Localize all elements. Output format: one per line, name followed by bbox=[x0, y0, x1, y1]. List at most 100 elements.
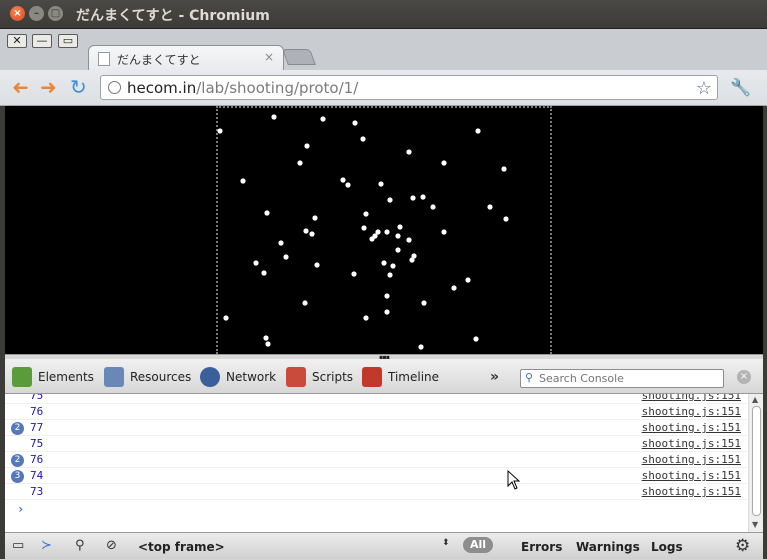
search-icon: ⚲ bbox=[525, 371, 534, 384]
bullet bbox=[406, 149, 412, 155]
clear-console-icon[interactable]: ⊘ bbox=[106, 538, 117, 553]
bullet bbox=[395, 247, 401, 253]
bullet bbox=[410, 195, 416, 201]
tab-close-icon[interactable]: × bbox=[264, 50, 274, 64]
frame-minimize-button[interactable]: — bbox=[32, 34, 52, 48]
back-arrow-icon[interactable]: ➜ bbox=[12, 75, 29, 99]
log-message: 76 bbox=[30, 405, 44, 418]
tab-resources-label: Resources bbox=[130, 370, 192, 384]
bullet bbox=[304, 143, 310, 149]
tab-scripts-label: Scripts bbox=[312, 370, 354, 384]
bullet bbox=[263, 335, 269, 341]
scripts-icon bbox=[286, 367, 306, 387]
bullet bbox=[384, 229, 390, 235]
prompt-caret-icon: › bbox=[17, 502, 25, 516]
bullet bbox=[387, 272, 393, 278]
tab-network[interactable]: Network bbox=[200, 365, 276, 389]
log-source-link[interactable]: shooting.js:151 bbox=[642, 394, 741, 402]
bullet bbox=[340, 177, 346, 183]
mouse-cursor-icon bbox=[507, 470, 521, 490]
bookmark-star-icon[interactable]: ☆ bbox=[696, 78, 712, 99]
console-log-row: 3 74 shooting.js:151 bbox=[5, 468, 747, 484]
settings-gear-icon[interactable]: ⚙ bbox=[735, 536, 750, 556]
more-tabs-button[interactable]: » bbox=[490, 369, 499, 385]
devtools-status-bar: ▭ ≻ ⚲ ⊘ <top frame> ⬍ All Errors Warning… bbox=[5, 532, 763, 559]
console-icon[interactable]: ≻ bbox=[41, 538, 52, 553]
reload-icon[interactable]: ↻ bbox=[70, 76, 87, 98]
bullet bbox=[309, 231, 315, 237]
network-icon bbox=[200, 367, 220, 387]
log-source-link[interactable]: shooting.js:151 bbox=[642, 469, 741, 482]
bullet bbox=[473, 336, 479, 342]
tab-timeline-label: Timeline bbox=[388, 370, 440, 384]
tab-active[interactable]: だんまくてすと × bbox=[88, 45, 284, 73]
log-source-link[interactable]: shooting.js:151 bbox=[642, 421, 741, 434]
devtools-close-icon[interactable]: × bbox=[737, 370, 751, 384]
repeat-count-badge: 3 bbox=[11, 470, 24, 483]
dock-icon[interactable]: ▭ bbox=[12, 538, 24, 553]
url-text[interactable]: hecom.in/lab/shooting/proto/1/ bbox=[127, 79, 358, 97]
bullet bbox=[430, 204, 436, 210]
log-source-link[interactable]: shooting.js:151 bbox=[642, 405, 741, 418]
filter-warnings-button[interactable]: Warnings bbox=[576, 540, 640, 554]
frame-selector[interactable]: <top frame> bbox=[138, 540, 225, 554]
bullet bbox=[387, 197, 393, 203]
bullet bbox=[451, 285, 457, 291]
bullet bbox=[271, 114, 277, 120]
log-message: 75 bbox=[30, 394, 44, 402]
console-search[interactable]: ⚲ bbox=[520, 369, 724, 388]
inspect-search-icon[interactable]: ⚲ bbox=[75, 538, 85, 553]
bullet bbox=[352, 120, 358, 126]
tab-elements-label: Elements bbox=[38, 370, 94, 384]
browser-toolbar: ➜ ➜ ↻ hecom.in/lab/shooting/proto/1/ ☆ 🔧 bbox=[0, 70, 767, 106]
bullet bbox=[360, 136, 366, 142]
bullet bbox=[264, 210, 270, 216]
bullet bbox=[302, 300, 308, 306]
frame-maximize-button[interactable]: ▭ bbox=[58, 34, 78, 48]
tab-timeline[interactable]: Timeline bbox=[362, 365, 439, 389]
console-output: 75 shooting.js:151 76 shooting.js:151 2 77 sho… bbox=[5, 394, 747, 532]
frame-close-button[interactable]: ✕ bbox=[7, 34, 27, 48]
filter-all-button[interactable]: All bbox=[463, 537, 493, 553]
bullet bbox=[418, 344, 424, 350]
bullet bbox=[297, 160, 303, 166]
bullet bbox=[369, 236, 375, 242]
window-close-button[interactable]: × bbox=[10, 6, 25, 21]
console-scrollbar[interactable]: ▲ ▼ bbox=[748, 394, 763, 532]
bullet bbox=[384, 293, 390, 299]
bullet bbox=[361, 225, 367, 231]
log-source-link[interactable]: shooting.js:151 bbox=[642, 485, 741, 498]
frame-select-arrow-icon[interactable]: ⬍ bbox=[442, 538, 450, 548]
filter-errors-button[interactable]: Errors bbox=[521, 540, 562, 554]
tab-strip: ✕ — ▭ だんまくてすと × bbox=[0, 28, 767, 73]
bullet bbox=[420, 194, 426, 200]
scroll-thumb[interactable] bbox=[752, 406, 761, 516]
tab-network-label: Network bbox=[226, 370, 277, 384]
window-maximize-button[interactable]: □ bbox=[48, 6, 63, 21]
bullet bbox=[390, 263, 396, 269]
log-source-link[interactable]: shooting.js:151 bbox=[642, 437, 741, 450]
filter-logs-button[interactable]: Logs bbox=[651, 540, 683, 554]
window-minimize-button[interactable]: – bbox=[29, 6, 44, 21]
tab-elements[interactable]: Elements bbox=[12, 365, 94, 389]
wrench-icon[interactable]: 🔧 bbox=[730, 78, 751, 98]
bullet bbox=[475, 128, 481, 134]
scroll-down-icon[interactable]: ▼ bbox=[752, 520, 758, 529]
log-message: 76 bbox=[30, 453, 44, 466]
tab-resources[interactable]: Resources bbox=[104, 365, 191, 389]
scroll-up-icon[interactable]: ▲ bbox=[752, 395, 758, 404]
bullet bbox=[217, 128, 223, 134]
bullet bbox=[441, 229, 447, 235]
forward-arrow-icon[interactable]: ➜ bbox=[40, 76, 57, 98]
bullet bbox=[363, 211, 369, 217]
tab-scripts[interactable]: Scripts bbox=[286, 365, 353, 389]
search-console-input[interactable] bbox=[539, 371, 719, 386]
bullet bbox=[314, 262, 320, 268]
bullet bbox=[240, 178, 246, 184]
log-source-link[interactable]: shooting.js:151 bbox=[642, 453, 741, 466]
address-bar[interactable]: hecom.in/lab/shooting/proto/1/ ☆ bbox=[100, 75, 718, 100]
console-prompt[interactable]: › bbox=[5, 500, 747, 518]
bullet bbox=[278, 240, 284, 246]
new-tab-button[interactable] bbox=[282, 49, 316, 65]
devtools-panel: ▮▮▮ Elements Resources Network Scripts T… bbox=[5, 354, 763, 559]
